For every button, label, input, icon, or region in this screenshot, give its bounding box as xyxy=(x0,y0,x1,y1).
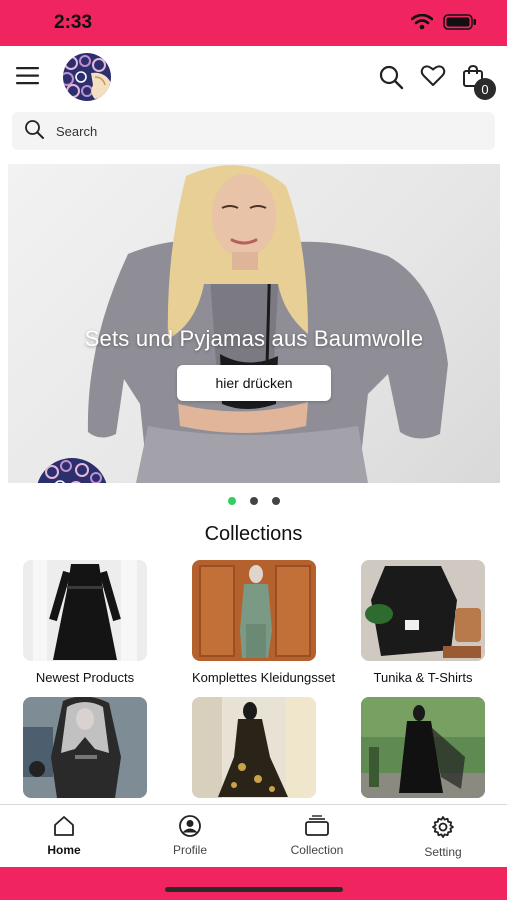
nav-item-setting[interactable]: Setting xyxy=(398,815,488,859)
search-icon xyxy=(24,119,44,144)
carousel-dot[interactable] xyxy=(249,497,258,505)
wifi-icon xyxy=(411,14,433,30)
nav-item-collection[interactable]: Collection xyxy=(272,815,362,857)
search-bar[interactable]: Search xyxy=(12,112,495,150)
hero-image xyxy=(87,165,448,483)
search-input[interactable]: Search xyxy=(56,124,97,139)
profile-icon xyxy=(145,815,235,837)
nav-item-profile[interactable]: Profile xyxy=(145,815,235,857)
hero-title: Sets und Pyjamas aus Baumwolle xyxy=(84,326,424,351)
home-indicator[interactable] xyxy=(165,887,343,892)
carousel-dots xyxy=(0,497,507,505)
menu-icon[interactable] xyxy=(16,66,40,86)
collection-label: Komplettes Kleidungsset xyxy=(192,670,336,685)
collection-image xyxy=(192,560,316,661)
app-header: 0 xyxy=(0,46,507,108)
collection-card[interactable]: Tunika & T-Shirts xyxy=(361,560,485,685)
brand-logo[interactable] xyxy=(57,53,117,101)
hero-banner[interactable]: Sets und Pyjamas aus Baumwolle hier drüc… xyxy=(8,164,500,483)
cart-count-badge: 0 xyxy=(474,78,496,100)
collection-image xyxy=(361,560,485,661)
collection-image xyxy=(23,697,147,798)
collection-label: Tunika & T-Shirts xyxy=(373,670,473,685)
nav-label: Collection xyxy=(290,843,344,857)
search-icon[interactable] xyxy=(378,64,404,95)
status-icons xyxy=(411,14,477,30)
nav-label: Setting xyxy=(424,845,462,859)
battery-icon xyxy=(443,14,477,30)
collection-card[interactable] xyxy=(192,697,316,807)
hero-cta-button[interactable]: hier drücken xyxy=(177,365,331,401)
nav-label: Profile xyxy=(172,843,207,857)
carousel-dot[interactable] xyxy=(271,497,280,505)
collection-image xyxy=(23,560,147,661)
collection-card[interactable] xyxy=(361,697,485,807)
nav-label: Home xyxy=(47,843,81,857)
home-icon xyxy=(19,815,109,837)
collection-card[interactable] xyxy=(23,697,147,807)
collection-label: Newest Products xyxy=(35,670,135,685)
collection-card[interactable]: Komplettes Kleidungsset xyxy=(192,560,336,685)
collection-image xyxy=(192,697,316,798)
home-indicator-bar xyxy=(0,867,507,900)
gear-icon xyxy=(398,815,488,839)
nav-item-home[interactable]: Home xyxy=(19,815,109,857)
status-time: 2:33 xyxy=(54,12,93,33)
collection-image xyxy=(361,697,485,798)
collection-icon xyxy=(272,815,362,837)
heart-icon[interactable] xyxy=(420,64,446,93)
collections-title: Collections xyxy=(204,523,303,545)
status-bar: 2:33 xyxy=(0,0,507,46)
collection-card[interactable]: Newest Products xyxy=(23,560,147,685)
brand-logo xyxy=(36,458,108,483)
bottom-nav: Home Profile Collection Setting xyxy=(0,804,507,867)
carousel-dot[interactable] xyxy=(227,497,236,505)
